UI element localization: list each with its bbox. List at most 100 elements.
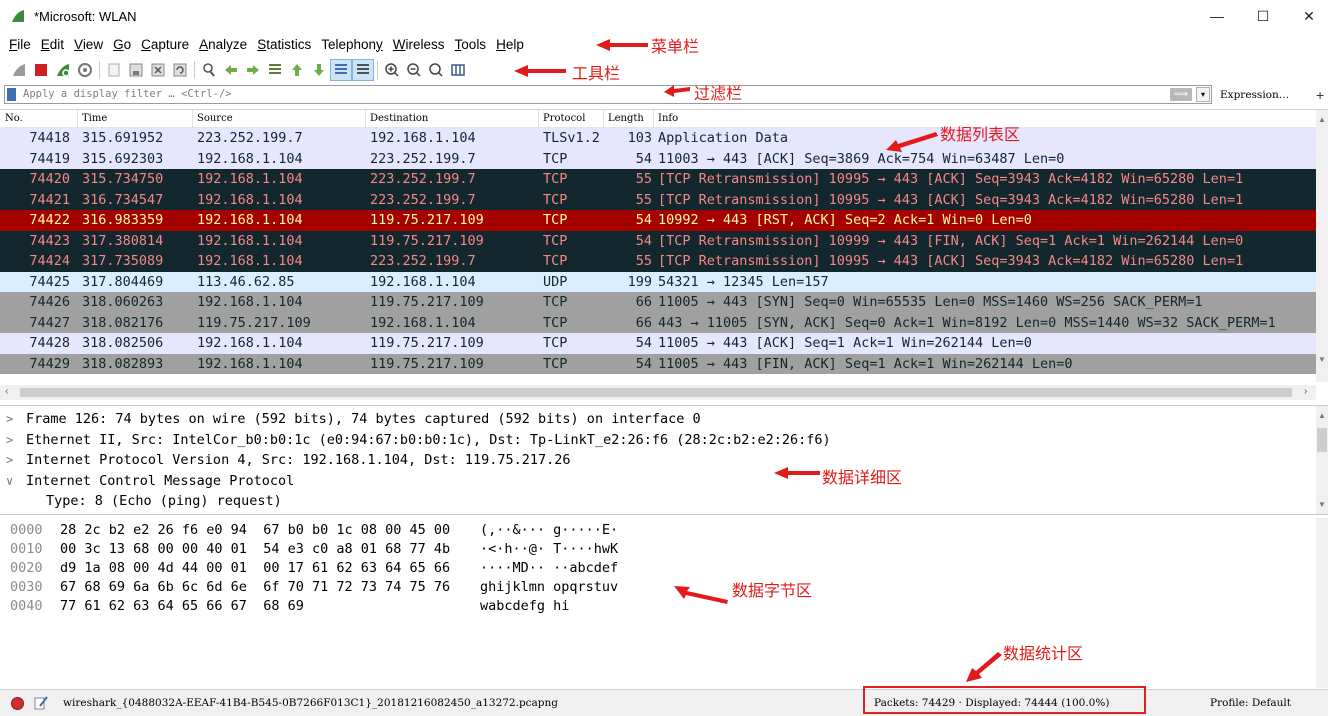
packet-row[interactable]: 74425 317.804469 113.46.62.85 192.168.1.104… (0, 271, 1316, 292)
byte-hex[interactable]: 28 2c b2 e2 26 f6 e0 94 67 b0 b0 1c 08 0… (60, 521, 450, 540)
column-header-no[interactable]: No. (5, 113, 23, 124)
profile-selector[interactable]: Profile: Default (1210, 697, 1291, 709)
packet-row[interactable]: 74420 315.734750 192.168.1.104 223.252.199.… (0, 169, 1316, 190)
packet-length: 55 (635, 191, 652, 208)
detail-tree-item[interactable]: > Frame 126: 74 bytes on wire (592 bits),… (0, 409, 1316, 430)
filter-placeholder: Apply a display filter … <Ctrl-/> (23, 88, 232, 100)
detail-text: Internet Control Message Protocol (26, 472, 295, 489)
bytes-vscrollbar[interactable] (1316, 518, 1328, 688)
colorize-icon[interactable] (352, 59, 374, 81)
menu-go[interactable]: Go (108, 37, 136, 52)
resize-columns-icon[interactable] (447, 59, 469, 81)
byte-ascii[interactable]: (,··&··· g·····E· (480, 521, 618, 540)
toolbar-separator (377, 61, 378, 79)
details-vscrollbar[interactable]: ▲ ▼ (1316, 406, 1328, 514)
packet-row[interactable]: 74421 316.734547 192.168.1.104 223.252.199.… (0, 189, 1316, 210)
auto-scroll-icon[interactable] (330, 59, 352, 81)
go-forward-icon[interactable] (242, 59, 264, 81)
reload-file-icon[interactable] (169, 59, 191, 81)
apply-filter-button[interactable]: ⟹ (1170, 88, 1192, 101)
filter-bookmark-icon[interactable] (7, 88, 16, 101)
menu-tools[interactable]: Tools (450, 37, 492, 52)
detail-tree-item[interactable]: > Ethernet II, Src: IntelCor_b0:b0:1c (e0… (0, 430, 1316, 451)
expert-info-icon[interactable] (11, 697, 24, 710)
menu-capture[interactable]: Capture (136, 37, 194, 52)
packet-destination: 223.252.199.7 (370, 150, 476, 167)
packet-row[interactable]: 74426 318.060263 192.168.1.104 119.75.217.1… (0, 292, 1316, 313)
menu-help[interactable]: Help (491, 37, 529, 52)
filter-history-dropdown[interactable]: ▾ (1196, 87, 1210, 102)
byte-ascii[interactable]: ·<·h··@· T····hwK (480, 540, 618, 559)
go-first-packet-icon[interactable] (286, 59, 308, 81)
save-file-icon[interactable] (125, 59, 147, 81)
menu-view[interactable]: View (69, 37, 108, 52)
detail-tree-item[interactable]: > Internet Protocol Version 4, Src: 192.1… (0, 450, 1316, 471)
byte-hex[interactable]: 77 61 62 63 64 65 66 67 68 69 (60, 597, 304, 616)
capture-comment-icon[interactable] (33, 695, 49, 711)
display-filter-input[interactable]: Apply a display filter … <Ctrl-/> (4, 85, 1212, 104)
close-file-icon[interactable] (147, 59, 169, 81)
packet-length: 54 (635, 150, 652, 167)
expand-arrow-icon[interactable]: > (6, 450, 13, 471)
packet-row[interactable]: 74428 318.082506 192.168.1.104 119.75.217.1… (0, 333, 1316, 354)
column-header-destination[interactable]: Destination (370, 113, 428, 124)
menu-edit[interactable]: Edit (36, 37, 69, 52)
find-packet-icon[interactable] (198, 59, 220, 81)
zoom-normal-icon[interactable] (425, 59, 447, 81)
byte-offset[interactable]: 0030 (10, 578, 43, 597)
column-header-time[interactable]: Time (82, 113, 107, 124)
collapse-arrow-icon[interactable]: ∨ (6, 471, 13, 492)
minimize-button[interactable]: — (1194, 0, 1240, 32)
byte-ascii[interactable]: wabcdefg hi (480, 597, 569, 616)
byte-offset[interactable]: 0020 (10, 559, 43, 578)
byte-offset[interactable]: 0010 (10, 540, 43, 559)
expand-arrow-icon[interactable]: > (6, 409, 13, 430)
menu-wireless[interactable]: Wireless (388, 37, 450, 52)
byte-hex[interactable]: 67 68 69 6a 6b 6c 6d 6e 6f 70 71 72 73 7… (60, 578, 450, 597)
packet-list-hscrollbar[interactable]: ‹ › (0, 385, 1316, 400)
go-back-icon[interactable] (220, 59, 242, 81)
packet-no: 74423 (29, 232, 70, 249)
go-to-packet-icon[interactable] (264, 59, 286, 81)
column-header-info[interactable]: Info (658, 113, 678, 124)
byte-hex[interactable]: 00 3c 13 68 00 00 40 01 54 e3 c0 a8 01 6… (60, 540, 450, 559)
packet-row[interactable]: 74423 317.380814 192.168.1.104 119.75.217.1… (0, 230, 1316, 251)
column-header-source[interactable]: Source (197, 113, 233, 124)
byte-ascii[interactable]: ghijklmn opqrstuv (480, 578, 618, 597)
zoom-out-icon[interactable] (403, 59, 425, 81)
packet-source: 192.168.1.104 (197, 171, 303, 187)
go-last-packet-icon[interactable] (308, 59, 330, 81)
expand-arrow-icon[interactable]: > (6, 430, 13, 451)
open-file-icon[interactable] (103, 59, 125, 81)
byte-offset[interactable]: 0000 (10, 521, 43, 540)
packet-row[interactable]: 74422 316.983359 192.168.1.104 119.75.217.1… (0, 210, 1316, 231)
detail-tree-item[interactable]: ∨ Internet Control Message Protocol (0, 471, 1316, 492)
column-header-length[interactable]: Length (608, 113, 644, 124)
packet-list-vscrollbar[interactable]: ▲ ▼ (1316, 110, 1328, 382)
zoom-in-icon[interactable] (381, 59, 403, 81)
menu-analyze[interactable]: Analyze (194, 37, 252, 52)
capture-options-icon[interactable] (74, 59, 96, 81)
menu-telephony[interactable]: Telephony (316, 37, 388, 52)
packet-row[interactable]: 74418 315.691952 223.252.199.7 192.168.1.10… (0, 128, 1316, 149)
close-button[interactable]: ✕ (1286, 0, 1328, 32)
byte-offset[interactable]: 0040 (10, 597, 43, 616)
start-capture-icon[interactable] (8, 59, 30, 81)
maximize-button[interactable]: ☐ (1240, 0, 1286, 32)
detail-tree-item[interactable]: Type: 8 (Echo (ping) request) (0, 491, 1316, 512)
restart-capture-icon[interactable] (52, 59, 74, 81)
packet-no: 74421 (29, 191, 70, 208)
packet-info: 54321 → 12345 Len=157 (658, 273, 829, 290)
packet-row[interactable]: 74424 317.735089 192.168.1.104 223.252.199.… (0, 251, 1316, 272)
expression-button[interactable]: Expression… (1220, 84, 1289, 106)
menu-statistics[interactable]: Statistics (252, 37, 316, 52)
stop-capture-icon[interactable] (30, 59, 52, 81)
packet-row[interactable]: 74419 315.692303 192.168.1.104 223.252.199.… (0, 148, 1316, 169)
packet-row[interactable]: 74429 318.082893 192.168.1.104 119.75.217.1… (0, 353, 1316, 374)
add-filter-button[interactable]: + (1316, 84, 1324, 106)
column-header-protocol[interactable]: Protocol (543, 113, 585, 124)
byte-hex[interactable]: d9 1a 08 00 4d 44 00 01 00 17 61 62 63 6… (60, 559, 450, 578)
menu-file[interactable]: File (4, 37, 36, 52)
packet-row[interactable]: 74427 318.082176 119.75.217.109 192.168.1.1… (0, 312, 1316, 333)
byte-ascii[interactable]: ····MD·· ··abcdef (480, 559, 618, 578)
